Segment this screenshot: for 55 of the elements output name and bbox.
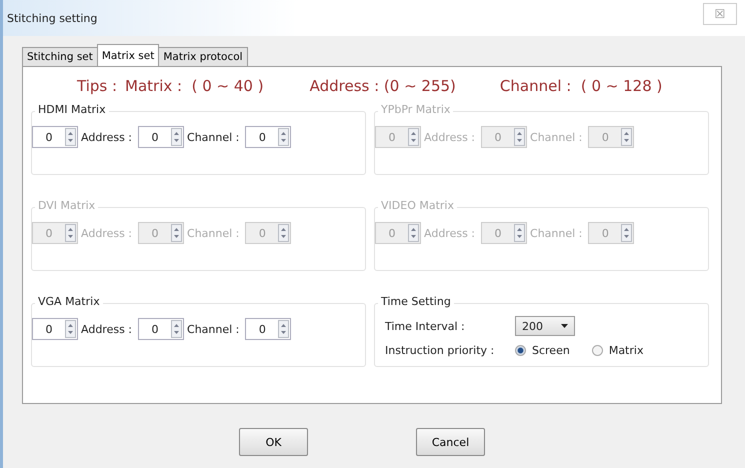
field-label: Address : <box>81 226 132 240</box>
spin-field[interactable]: 0 <box>138 126 184 148</box>
field-label: Channel : <box>187 130 240 144</box>
spinner-arrows-icon[interactable] <box>408 224 419 242</box>
tab[interactable]: Matrix protocol <box>158 47 248 66</box>
radio-option[interactable]: Screen <box>515 344 570 356</box>
spinner-arrows-icon[interactable] <box>408 128 419 146</box>
tip-text: Matrix : ( 0 ~ 40 ) <box>125 77 264 95</box>
field-label: Instruction priority : <box>385 344 496 356</box>
dropdown-caret-icon <box>561 324 568 328</box>
spin-field[interactable]: 0 <box>32 318 78 340</box>
spinner-arrows-icon[interactable] <box>278 128 290 146</box>
dialog-button[interactable]: Cancel <box>416 428 485 456</box>
tip-text: Channel : ( 0 ~ 128 ) <box>500 77 662 95</box>
field-label: Address : <box>424 130 476 144</box>
field-label: Channel : <box>530 226 582 240</box>
tab[interactable]: Stitching set <box>22 47 98 66</box>
group-title: HDMI Matrix <box>35 103 109 116</box>
tip-text: Address : (0 ~ 255) <box>310 77 456 95</box>
group-title: DVI Matrix <box>35 199 98 212</box>
spinner-arrows-icon[interactable] <box>514 224 526 242</box>
tab[interactable]: Matrix set <box>96 44 160 66</box>
spinner-arrows-icon[interactable] <box>621 128 632 146</box>
radio-button[interactable] <box>515 344 526 356</box>
spin-field[interactable]: 0 <box>245 318 292 340</box>
spin-field[interactable]: 0 <box>32 126 78 148</box>
field-label: Address : <box>81 130 132 144</box>
field-label: Time Interval : <box>385 320 466 332</box>
radio-button[interactable] <box>592 344 603 356</box>
spinner-arrows-icon[interactable] <box>171 128 182 146</box>
spinner-arrows-icon[interactable] <box>621 224 632 242</box>
group-title: Time Setting <box>378 295 454 308</box>
spin-field[interactable]: 0 <box>245 126 292 148</box>
spinner-arrows-icon[interactable] <box>65 224 76 242</box>
spinner-arrows-icon[interactable] <box>171 320 182 338</box>
field-label: Channel : <box>187 322 240 336</box>
interval-dropdown[interactable]: 200 <box>515 316 575 336</box>
group-title: VIDEO Matrix <box>378 199 457 212</box>
spinner-arrows-icon[interactable] <box>171 224 182 242</box>
spinner-arrows-icon[interactable] <box>65 320 76 338</box>
field-label: Address : <box>81 322 132 336</box>
spinner-arrows-icon[interactable] <box>65 128 76 146</box>
field-label: Address : <box>424 226 476 240</box>
field-label: Channel : <box>530 130 582 144</box>
window-title: Stitching setting <box>7 12 98 24</box>
spinner-arrows-icon[interactable] <box>278 224 290 242</box>
group-title: YPbPr Matrix <box>378 103 454 116</box>
spin-field[interactable]: 0 <box>138 318 184 340</box>
spinner-arrows-icon[interactable] <box>514 128 526 146</box>
dialog-button[interactable]: OK <box>239 428 308 456</box>
radio-option[interactable]: Matrix <box>592 344 644 356</box>
spinner-arrows-icon[interactable] <box>278 320 290 338</box>
field-label: Channel : <box>187 226 240 240</box>
tip-text: Tips : <box>77 77 118 95</box>
group-title: VGA Matrix <box>35 295 103 308</box>
